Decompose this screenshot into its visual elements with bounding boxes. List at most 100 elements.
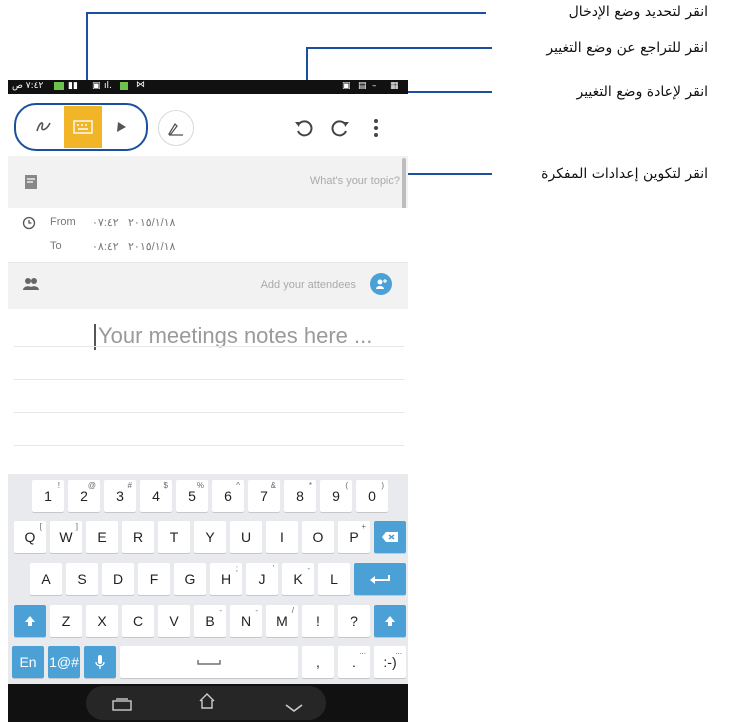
notification-icon [120, 82, 128, 90]
enter-key[interactable] [354, 563, 406, 595]
lock-icon: ▣ [342, 81, 351, 91]
from-time[interactable]: ٠٧:٤٢ [92, 216, 119, 229]
key-1[interactable]: 1! [32, 480, 64, 512]
key-label: E [97, 529, 107, 545]
space-key[interactable] [120, 646, 298, 678]
key-alt-label: + [361, 522, 366, 531]
attendees-row[interactable]: Add your attendees [8, 263, 408, 309]
from-date[interactable]: ٢٠١٥/١/١٨ [128, 216, 175, 229]
back-icon[interactable] [284, 698, 304, 717]
key-a[interactable]: A [30, 563, 62, 595]
key-p[interactable]: P + [338, 521, 370, 553]
key-c[interactable]: C [122, 605, 154, 637]
from-label: From [50, 216, 76, 228]
key-f[interactable]: F [138, 563, 170, 595]
key-label: Q [24, 529, 36, 545]
file-icon: ▤ [358, 81, 367, 91]
more-icon[interactable] [360, 112, 392, 144]
key-s[interactable]: S [66, 563, 98, 595]
key-k[interactable]: K- [282, 563, 314, 595]
key-?[interactable]: ? [338, 605, 370, 637]
key-alt-label: ... [395, 647, 402, 656]
key-m[interactable]: M / [266, 605, 298, 637]
pen-icon[interactable] [106, 111, 138, 143]
key-0[interactable]: 0) [356, 480, 388, 512]
to-date[interactable]: ٢٠١٥/١/١٨ [128, 240, 175, 253]
key-j[interactable]: J ' [246, 563, 278, 595]
key-u[interactable]: U [230, 521, 262, 553]
note-line [14, 445, 404, 446]
key-4[interactable]: 4 $ [140, 480, 172, 512]
smiley-key[interactable]: :-)... [374, 646, 406, 678]
key-q[interactable]: Q[ [14, 521, 46, 553]
notes-area[interactable]: Your meetings notes here ... [8, 309, 408, 474]
backspace-key[interactable] [374, 521, 406, 553]
shift-icon [385, 616, 395, 626]
doodle-button[interactable] [158, 110, 194, 146]
recent-apps-icon[interactable] [112, 696, 132, 715]
comma-key[interactable]: , [302, 646, 334, 678]
key-alt-label: # [127, 481, 132, 490]
key-e[interactable]: E [86, 521, 118, 553]
topic-row[interactable]: What's your topic? [8, 156, 408, 208]
key-label: 4 [152, 488, 160, 504]
key-6[interactable]: 6 ^ [212, 480, 244, 512]
status-time: ٧:٤٢ ص [12, 81, 44, 91]
key-label: 0 [368, 488, 376, 504]
key-alt-label: - [307, 564, 310, 573]
undo-icon[interactable] [288, 112, 320, 144]
key-l[interactable]: L [318, 563, 350, 595]
key-label: M [276, 613, 288, 629]
key-i[interactable]: I [266, 521, 298, 553]
keyboard-icon[interactable] [64, 106, 102, 148]
key-b[interactable]: B- [194, 605, 226, 637]
key-y[interactable]: Y [194, 521, 226, 553]
dash-icon: – [372, 81, 377, 91]
key-5[interactable]: 5% [176, 480, 208, 512]
key-![interactable]: ! [302, 605, 334, 637]
key-v[interactable]: V [158, 605, 190, 637]
key-x[interactable]: X [86, 605, 118, 637]
key-label: F [149, 571, 159, 587]
key-8[interactable]: 8 * [284, 480, 316, 512]
time-row[interactable]: From ٠٧:٤٢ ٢٠١٥/١/١٨ To ٠٨:٤٢ ٢٠١٥/١/١٨ [8, 208, 408, 262]
key-label: Y [205, 529, 215, 545]
key-n[interactable]: N- [230, 605, 262, 637]
key-o[interactable]: O [302, 521, 334, 553]
key-2[interactable]: 2 @ [68, 480, 100, 512]
key-9[interactable]: 9( [320, 480, 352, 512]
key-label: R [132, 529, 144, 545]
voice-key[interactable] [84, 646, 116, 678]
add-attendee-icon[interactable] [370, 273, 392, 295]
key-h[interactable]: H; [210, 563, 242, 595]
key-label: S [77, 571, 87, 587]
key-label: 1 [44, 488, 52, 504]
device-frame: ٧:٤٢ ص ▮▮ ▣ ıl. ⋈ ▣ ▤ – ▦ What's your to… [8, 80, 408, 722]
status-bar: ٧:٤٢ ص ▮▮ ▣ ıl. ⋈ ▣ ▤ – ▦ [8, 80, 408, 94]
to-time[interactable]: ٠٨:٤٢ [92, 240, 119, 253]
home-icon[interactable] [198, 692, 216, 714]
key-label: 9 [332, 488, 340, 504]
period-key[interactable]: .... [338, 646, 370, 678]
key-t[interactable]: T [158, 521, 190, 553]
key-alt-label: & [270, 481, 276, 490]
key-label: U [240, 529, 252, 545]
key-z[interactable]: Z [50, 605, 82, 637]
attendees-placeholder: Add your attendees [260, 279, 356, 291]
key-label: D [112, 571, 124, 587]
key-7[interactable]: 7 & [248, 480, 280, 512]
key-g[interactable]: G [174, 563, 206, 595]
symbols-key[interactable]: 1@# [48, 646, 80, 678]
key-d[interactable]: D [102, 563, 134, 595]
key-w[interactable]: W] [50, 521, 82, 553]
shift-key-right[interactable] [374, 605, 406, 637]
key-3[interactable]: 3 # [104, 480, 136, 512]
shift-icon [25, 616, 35, 626]
redo-icon[interactable] [324, 112, 356, 144]
handwriting-icon[interactable] [28, 111, 60, 143]
language-key[interactable]: En [12, 646, 44, 678]
key-label: 5 [188, 488, 196, 504]
key-r[interactable]: R [122, 521, 154, 553]
shift-key-left[interactable] [14, 605, 46, 637]
screen: ٧:٤٢ ص ▮▮ ▣ ıl. ⋈ ▣ ▤ – ▦ What's your to… [8, 80, 408, 722]
